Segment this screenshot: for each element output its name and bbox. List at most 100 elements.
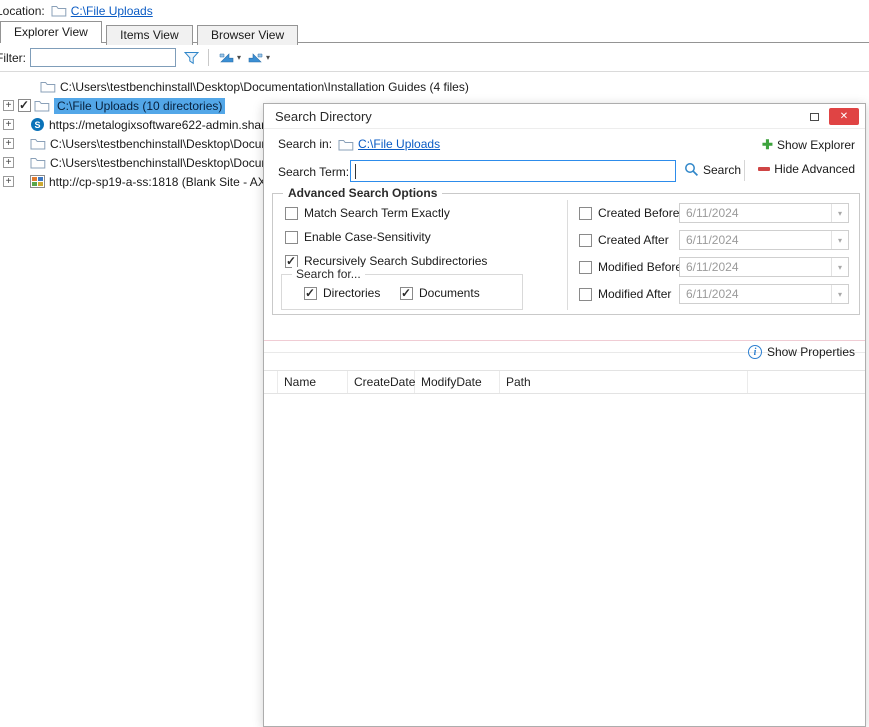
column-header-modifydate[interactable]: ModifyDate [415, 371, 500, 393]
created-after-option[interactable]: Created After [579, 233, 690, 247]
copy-selection-icon[interactable]: ▾ [218, 51, 241, 65]
date-value: 6/11/2024 [680, 233, 831, 247]
plus-icon: ✚ [762, 137, 773, 153]
toolbar-separator [208, 49, 209, 66]
dialog-titlebar[interactable]: Search Directory ✕ [264, 104, 865, 129]
calendar-dropdown-icon[interactable]: ▾ [831, 285, 848, 303]
checkbox-label: Recursively Search Subdirectories [304, 254, 487, 268]
magnifier-icon [684, 162, 699, 177]
show-properties-label: Show Properties [767, 345, 855, 359]
date-value: 6/11/2024 [680, 260, 831, 274]
tree-item-label[interactable]: C:\Users\testbenchinstall\Desktop\Docume… [50, 156, 288, 170]
folder-icon [30, 137, 46, 150]
checkbox-label: Modified Before [598, 260, 690, 274]
filter-toolbar: Filter: ▾ ▾ [0, 44, 869, 72]
expand-icon[interactable] [3, 157, 14, 168]
modified-before-option[interactable]: Modified Before [579, 260, 690, 274]
svg-text:S: S [34, 120, 40, 130]
search-directory-dialog: Search Directory ✕ Search in: C:\File Up… [263, 103, 866, 727]
splitter-line [264, 340, 865, 341]
match-exactly-option[interactable]: Match Search Term Exactly [285, 206, 450, 220]
tree-item-label[interactable]: C:\Users\testbenchinstall\Desktop\Docume… [50, 137, 288, 151]
text-cursor [355, 164, 356, 179]
folder-icon [338, 138, 354, 151]
checkbox[interactable] [400, 287, 413, 300]
advanced-options-group: Advanced Search Options Match Search Ter… [272, 193, 860, 315]
chevron-down-icon[interactable]: ▾ [237, 53, 241, 62]
calendar-dropdown-icon[interactable]: ▾ [831, 258, 848, 276]
hide-advanced-label: Hide Advanced [774, 162, 855, 176]
modified-before-date-picker[interactable]: 6/11/2024 ▾ [679, 257, 849, 277]
tab-items-view[interactable]: Items View [106, 25, 192, 45]
tree-item-label-selected[interactable]: C:\File Uploads (10 directories) [54, 98, 225, 114]
checkbox[interactable] [579, 207, 592, 220]
expand-icon[interactable] [3, 138, 14, 149]
dialog-title: Search Directory [275, 109, 372, 124]
tab-browser-view[interactable]: Browser View [197, 25, 298, 45]
checkbox-label: Modified After [598, 287, 690, 301]
show-explorer-button[interactable]: ✚ Show Explorer [762, 137, 855, 153]
recursive-search-option[interactable]: Recursively Search Subdirectories [285, 254, 487, 268]
search-for-title: Search for... [292, 267, 365, 281]
documents-option[interactable]: Documents [400, 286, 480, 300]
checkbox[interactable] [285, 231, 298, 244]
expand-icon[interactable] [3, 100, 14, 111]
checkbox[interactable] [304, 287, 317, 300]
tree-row[interactable]: C:\Users\testbenchinstall\Desktop\Docume… [0, 77, 869, 96]
directories-option[interactable]: Directories [304, 286, 380, 300]
location-label: Location: [0, 4, 45, 18]
calendar-dropdown-icon[interactable]: ▾ [831, 231, 848, 249]
checkbox-label: Match Search Term Exactly [304, 206, 450, 220]
checkbox[interactable] [285, 255, 298, 268]
site-icon [30, 175, 45, 188]
checkbox-label: Enable Case-Sensitivity [304, 230, 431, 244]
calendar-dropdown-icon[interactable]: ▾ [831, 204, 848, 222]
search-term-input[interactable] [351, 161, 675, 181]
results-table-body[interactable] [264, 395, 865, 726]
folder-icon [30, 156, 46, 169]
show-properties-button[interactable]: i Show Properties [748, 345, 855, 359]
checkbox[interactable] [579, 288, 592, 301]
info-icon: i [748, 345, 762, 359]
search-button-label: Search [703, 163, 741, 177]
checkbox-label: Created After [598, 233, 690, 247]
filter-input[interactable] [30, 48, 176, 67]
paste-selection-icon[interactable]: ▾ [247, 51, 270, 65]
tree-item-label[interactable]: C:\Users\testbenchinstall\Desktop\Docume… [60, 80, 469, 94]
tab-explorer-view[interactable]: Explorer View [0, 21, 102, 43]
column-header-createdate[interactable]: CreateDate [348, 371, 415, 393]
checkbox[interactable] [579, 261, 592, 274]
restore-icon[interactable] [810, 113, 819, 121]
tree-item-label[interactable]: http://cp-sp19-a-ss:1818 (Blank Site - A… [49, 175, 289, 189]
search-in-row: Search in: C:\File Uploads [278, 137, 440, 151]
minus-icon [758, 167, 770, 171]
expand-icon[interactable] [3, 176, 14, 187]
folder-icon [51, 4, 67, 17]
column-header-name[interactable]: Name [278, 371, 348, 393]
modified-after-option[interactable]: Modified After [579, 287, 690, 301]
checkbox[interactable] [285, 207, 298, 220]
close-icon[interactable]: ✕ [829, 108, 859, 125]
search-in-link[interactable]: C:\File Uploads [358, 137, 440, 151]
tree-checkbox[interactable] [18, 99, 31, 112]
created-before-option[interactable]: Created Before [579, 206, 690, 220]
chevron-down-icon[interactable]: ▾ [266, 53, 270, 62]
checkbox[interactable] [579, 234, 592, 247]
search-term-label: Search Term: [278, 165, 349, 179]
filter-funnel-icon[interactable] [184, 51, 199, 65]
button-separator [744, 160, 745, 181]
modified-after-date-picker[interactable]: 6/11/2024 ▾ [679, 284, 849, 304]
show-explorer-label: Show Explorer [777, 138, 855, 152]
view-tabs: Explorer View Items View Browser View [0, 21, 869, 43]
case-sensitivity-option[interactable]: Enable Case-Sensitivity [285, 230, 431, 244]
expand-icon[interactable] [3, 119, 14, 130]
hide-advanced-button[interactable]: Hide Advanced [758, 162, 855, 176]
search-button[interactable]: Search [684, 162, 741, 177]
checkbox-label: Directories [323, 286, 380, 300]
created-after-date-picker[interactable]: 6/11/2024 ▾ [679, 230, 849, 250]
location-link[interactable]: C:\File Uploads [71, 4, 153, 18]
folder-icon [40, 80, 56, 93]
created-before-date-picker[interactable]: 6/11/2024 ▾ [679, 203, 849, 223]
tree-item-label[interactable]: https://metalogixsoftware622-admin.share… [49, 118, 278, 132]
column-header-path[interactable]: Path [500, 371, 748, 393]
